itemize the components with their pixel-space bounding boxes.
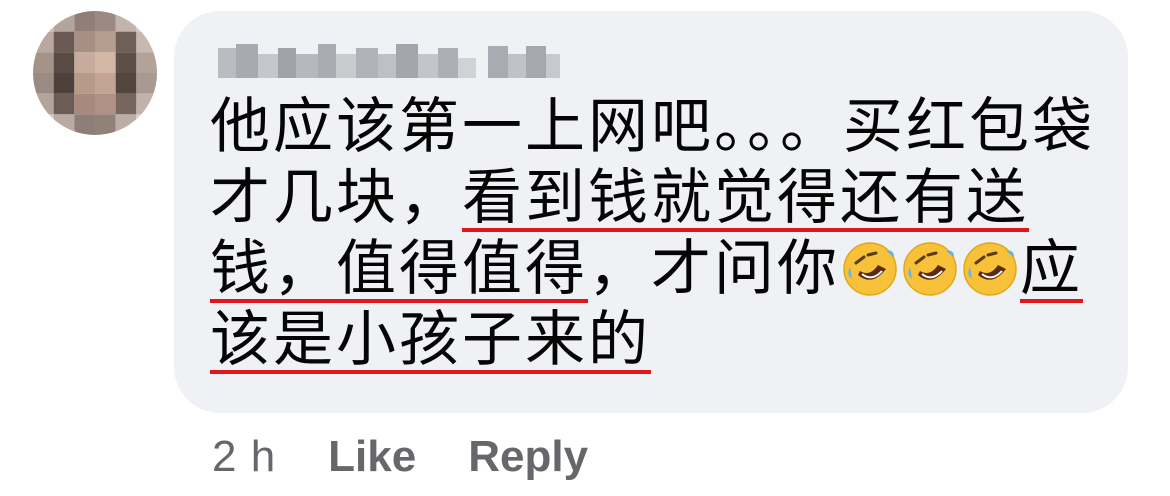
avatar[interactable] [33, 11, 157, 135]
avatar-pixelated-image [33, 11, 157, 135]
author-name-blurred[interactable] [218, 40, 560, 85]
comment-text-segment: ，才问你 [588, 234, 840, 304]
comment-text: 他应该第一上网吧。。。买红包袋才几块，看到钱就觉得还有送钱，值得值得，才问你 应… [210, 92, 1105, 376]
like-button[interactable]: Like [328, 432, 416, 482]
rolling-on-floor-laughing-emoji [843, 242, 897, 296]
blurred-name-mosaic [218, 44, 560, 78]
comment-actions: 2 h Like Reply [212, 432, 588, 482]
emoji-group [840, 234, 1020, 304]
rolling-on-floor-laughing-emoji [903, 242, 957, 296]
rolling-on-floor-laughing-emoji [963, 242, 1017, 296]
timestamp[interactable]: 2 h [212, 432, 276, 482]
reply-button[interactable]: Reply [468, 432, 588, 482]
